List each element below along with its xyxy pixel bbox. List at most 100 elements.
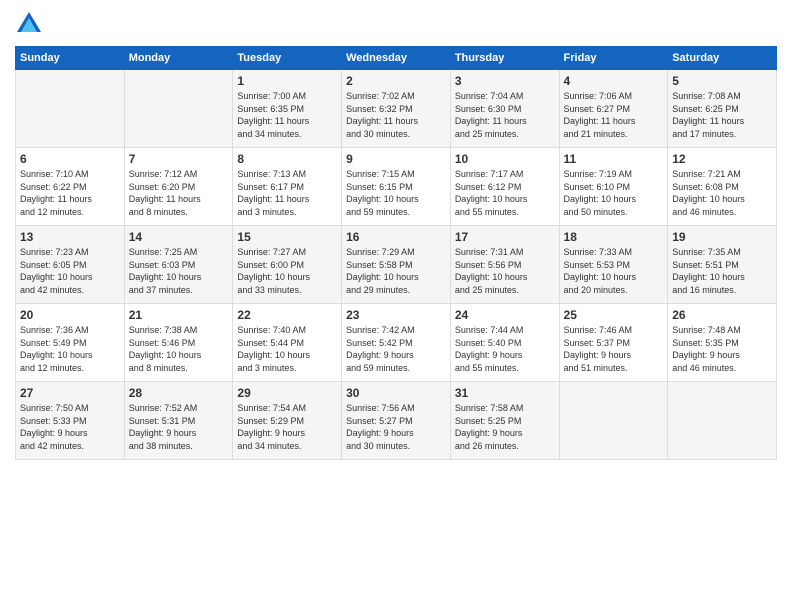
header: [15, 10, 777, 38]
day-cell: 6 Sunrise: 7:10 AM Sunset: 6:22 PM Daylig…: [16, 148, 125, 226]
day-info: Sunrise: 7:25 AM Sunset: 6:03 PM Dayligh…: [129, 246, 229, 296]
day-cell: [16, 70, 125, 148]
day-number: 5: [672, 74, 772, 88]
day-number: 8: [237, 152, 337, 166]
day-cell: 31 Sunrise: 7:58 AM Sunset: 5:25 PM Dayli…: [450, 382, 559, 460]
day-number: 11: [564, 152, 664, 166]
day-number: 15: [237, 230, 337, 244]
day-cell: 25Sunrise: 7:46 AM Sunset: 5:37 PM Dayli…: [559, 304, 668, 382]
day-cell: 22Sunrise: 7:40 AM Sunset: 5:44 PM Dayli…: [233, 304, 342, 382]
day-number: 24: [455, 308, 555, 322]
day-cell: 21 Sunrise: 7:38 AM Sunset: 5:46 PM Dayli…: [124, 304, 233, 382]
day-number: 4: [564, 74, 664, 88]
day-info: Sunrise: 7:50 AM Sunset: 5:33 PM Dayligh…: [20, 402, 120, 452]
day-number: 27: [20, 386, 120, 400]
day-info: Sunrise: 7:21 AM Sunset: 6:08 PM Dayligh…: [672, 168, 772, 218]
day-cell: 2Sunrise: 7:02 AM Sunset: 6:32 PM Daylig…: [342, 70, 451, 148]
day-number: 9: [346, 152, 446, 166]
day-info: Sunrise: 7:56 AM Sunset: 5:27 PM Dayligh…: [346, 402, 446, 452]
day-info: Sunrise: 7:54 AM Sunset: 5:29 PM Dayligh…: [237, 402, 337, 452]
day-cell: 11 Sunrise: 7:19 AM Sunset: 6:10 PM Dayli…: [559, 148, 668, 226]
day-cell: [668, 382, 777, 460]
day-cell: 28 Sunrise: 7:52 AM Sunset: 5:31 PM Dayli…: [124, 382, 233, 460]
week-row-5: 27 Sunrise: 7:50 AM Sunset: 5:33 PM Dayli…: [16, 382, 777, 460]
day-info: Sunrise: 7:19 AM Sunset: 6:10 PM Dayligh…: [564, 168, 664, 218]
weekday-header-wednesday: Wednesday: [342, 47, 451, 70]
day-number: 14: [129, 230, 229, 244]
day-cell: 26 Sunrise: 7:48 AM Sunset: 5:35 PM Dayli…: [668, 304, 777, 382]
day-info: Sunrise: 7:46 AM Sunset: 5:37 PM Dayligh…: [564, 324, 664, 374]
day-number: 2: [346, 74, 446, 88]
day-info: Sunrise: 7:36 AM Sunset: 5:49 PM Dayligh…: [20, 324, 120, 374]
day-info: Sunrise: 7:44 AM Sunset: 5:40 PM Dayligh…: [455, 324, 555, 374]
day-info: Sunrise: 7:08 AM Sunset: 6:25 PM Dayligh…: [672, 90, 772, 140]
day-info: Sunrise: 7:10 AM Sunset: 6:22 PM Dayligh…: [20, 168, 120, 218]
day-cell: 17 Sunrise: 7:31 AM Sunset: 5:56 PM Dayli…: [450, 226, 559, 304]
day-info: Sunrise: 7:48 AM Sunset: 5:35 PM Dayligh…: [672, 324, 772, 374]
day-cell: [559, 382, 668, 460]
day-info: Sunrise: 7:17 AM Sunset: 6:12 PM Dayligh…: [455, 168, 555, 218]
day-cell: [124, 70, 233, 148]
day-cell: 27 Sunrise: 7:50 AM Sunset: 5:33 PM Dayli…: [16, 382, 125, 460]
day-number: 6: [20, 152, 120, 166]
day-number: 10: [455, 152, 555, 166]
day-info: Sunrise: 7:52 AM Sunset: 5:31 PM Dayligh…: [129, 402, 229, 452]
day-info: Sunrise: 7:06 AM Sunset: 6:27 PM Dayligh…: [564, 90, 664, 140]
day-number: 19: [672, 230, 772, 244]
day-number: 3: [455, 74, 555, 88]
day-cell: 15 Sunrise: 7:27 AM Sunset: 6:00 PM Dayli…: [233, 226, 342, 304]
day-info: Sunrise: 7:31 AM Sunset: 5:56 PM Dayligh…: [455, 246, 555, 296]
day-cell: 13 Sunrise: 7:23 AM Sunset: 6:05 PM Dayli…: [16, 226, 125, 304]
day-info: Sunrise: 7:13 AM Sunset: 6:17 PM Dayligh…: [237, 168, 337, 218]
week-row-2: 6 Sunrise: 7:10 AM Sunset: 6:22 PM Daylig…: [16, 148, 777, 226]
day-cell: 18 Sunrise: 7:33 AM Sunset: 5:53 PM Dayli…: [559, 226, 668, 304]
day-cell: 23 Sunrise: 7:42 AM Sunset: 5:42 PM Dayli…: [342, 304, 451, 382]
logo-icon: [15, 10, 43, 38]
day-number: 31: [455, 386, 555, 400]
week-row-1: 1 Sunrise: 7:00 AM Sunset: 6:35 PM Daylig…: [16, 70, 777, 148]
day-cell: 19 Sunrise: 7:35 AM Sunset: 5:51 PM Dayli…: [668, 226, 777, 304]
weekday-header-thursday: Thursday: [450, 47, 559, 70]
day-info: Sunrise: 7:58 AM Sunset: 5:25 PM Dayligh…: [455, 402, 555, 452]
day-number: 22: [237, 308, 337, 322]
day-cell: 10 Sunrise: 7:17 AM Sunset: 6:12 PM Dayli…: [450, 148, 559, 226]
day-number: 18: [564, 230, 664, 244]
day-number: 30: [346, 386, 446, 400]
day-number: 26: [672, 308, 772, 322]
weekday-header-tuesday: Tuesday: [233, 47, 342, 70]
day-info: Sunrise: 7:29 AM Sunset: 5:58 PM Dayligh…: [346, 246, 446, 296]
calendar-table: SundayMondayTuesdayWednesdayThursdayFrid…: [15, 46, 777, 460]
weekday-header-row: SundayMondayTuesdayWednesdayThursdayFrid…: [16, 47, 777, 70]
day-cell: 4 Sunrise: 7:06 AM Sunset: 6:27 PM Daylig…: [559, 70, 668, 148]
day-cell: 3Sunrise: 7:04 AM Sunset: 6:30 PM Daylig…: [450, 70, 559, 148]
page: SundayMondayTuesdayWednesdayThursdayFrid…: [0, 0, 792, 612]
day-number: 21: [129, 308, 229, 322]
day-number: 7: [129, 152, 229, 166]
day-cell: 16Sunrise: 7:29 AM Sunset: 5:58 PM Dayli…: [342, 226, 451, 304]
day-number: 17: [455, 230, 555, 244]
day-cell: 7 Sunrise: 7:12 AM Sunset: 6:20 PM Daylig…: [124, 148, 233, 226]
day-cell: 20Sunrise: 7:36 AM Sunset: 5:49 PM Dayli…: [16, 304, 125, 382]
day-info: Sunrise: 7:23 AM Sunset: 6:05 PM Dayligh…: [20, 246, 120, 296]
day-number: 23: [346, 308, 446, 322]
day-number: 12: [672, 152, 772, 166]
day-info: Sunrise: 7:38 AM Sunset: 5:46 PM Dayligh…: [129, 324, 229, 374]
weekday-header-sunday: Sunday: [16, 47, 125, 70]
day-info: Sunrise: 7:35 AM Sunset: 5:51 PM Dayligh…: [672, 246, 772, 296]
day-number: 28: [129, 386, 229, 400]
day-cell: 12 Sunrise: 7:21 AM Sunset: 6:08 PM Dayli…: [668, 148, 777, 226]
day-cell: 29Sunrise: 7:54 AM Sunset: 5:29 PM Dayli…: [233, 382, 342, 460]
weekday-header-friday: Friday: [559, 47, 668, 70]
day-info: Sunrise: 7:12 AM Sunset: 6:20 PM Dayligh…: [129, 168, 229, 218]
day-cell: 1 Sunrise: 7:00 AM Sunset: 6:35 PM Daylig…: [233, 70, 342, 148]
day-number: 13: [20, 230, 120, 244]
day-info: Sunrise: 7:27 AM Sunset: 6:00 PM Dayligh…: [237, 246, 337, 296]
day-cell: 9Sunrise: 7:15 AM Sunset: 6:15 PM Daylig…: [342, 148, 451, 226]
weekday-header-monday: Monday: [124, 47, 233, 70]
day-info: Sunrise: 7:00 AM Sunset: 6:35 PM Dayligh…: [237, 90, 337, 140]
day-info: Sunrise: 7:42 AM Sunset: 5:42 PM Dayligh…: [346, 324, 446, 374]
day-cell: 30 Sunrise: 7:56 AM Sunset: 5:27 PM Dayli…: [342, 382, 451, 460]
day-number: 1: [237, 74, 337, 88]
week-row-4: 20Sunrise: 7:36 AM Sunset: 5:49 PM Dayli…: [16, 304, 777, 382]
day-info: Sunrise: 7:33 AM Sunset: 5:53 PM Dayligh…: [564, 246, 664, 296]
